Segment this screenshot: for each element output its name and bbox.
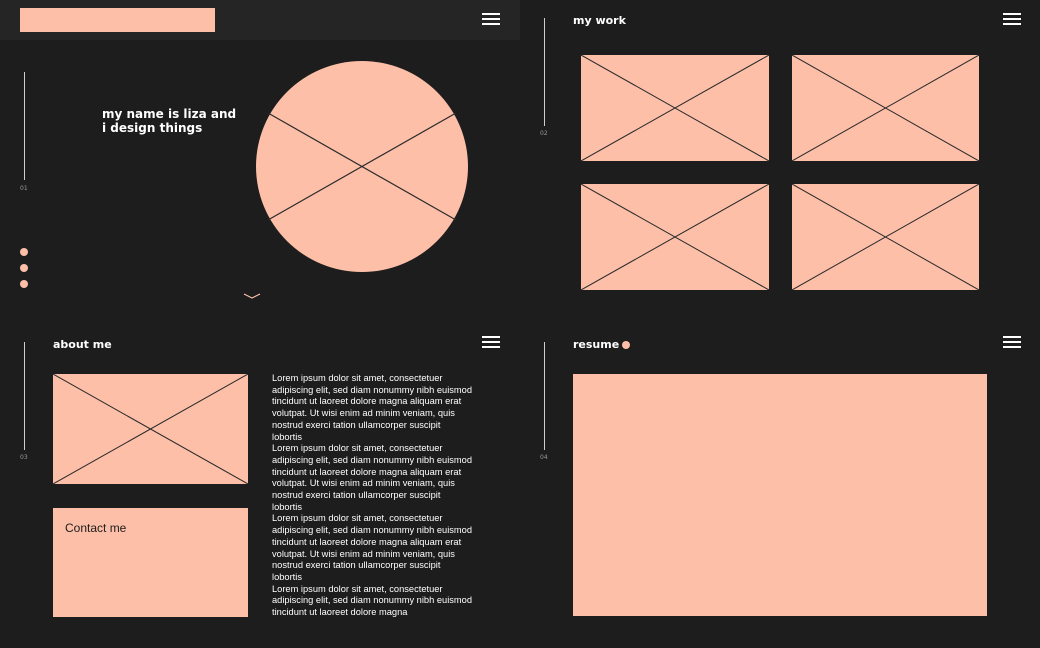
hero-section: 01 my name is liza and i design things [0,0,520,324]
resume-section: resume 04 [520,324,1040,648]
chevron-down-icon[interactable] [243,292,261,300]
about-section: about me 03 Lorem ipsum dolor sit amet, … [0,324,520,648]
pagination-dot-1[interactable] [20,248,28,256]
section-number: 03 [20,454,28,461]
about-paragraph: Lorem ipsum dolor sit amet, consectetuer… [272,443,472,512]
contact-me-button[interactable]: Contact me [53,508,248,617]
section-number: 04 [540,454,548,461]
section-number: 01 [20,185,28,192]
hamburger-menu-icon[interactable] [1003,336,1021,350]
resume-indicator-dot [622,341,630,349]
image-placeholder-icon [581,55,769,161]
image-placeholder-icon [53,374,248,484]
hamburger-menu-icon[interactable] [482,336,500,350]
image-placeholder-icon [792,184,979,290]
section-divider-line [544,18,545,126]
pagination-dot-3[interactable] [20,280,28,288]
hero-image-placeholder [256,61,468,272]
about-section-title: about me [53,338,112,351]
image-placeholder-icon [792,55,979,161]
work-item-4[interactable] [792,184,979,290]
work-item-3[interactable] [581,184,769,290]
logo-placeholder[interactable] [20,8,215,32]
pagination-dot-2[interactable] [20,264,28,272]
work-section-title: my work [573,14,626,27]
hamburger-menu-icon[interactable] [482,13,500,27]
top-bar [0,0,520,40]
work-item-2[interactable] [792,55,979,161]
image-placeholder-icon [581,184,769,290]
about-body-text: Lorem ipsum dolor sit amet, consectetuer… [272,373,472,619]
image-placeholder-icon [267,112,457,221]
work-item-1[interactable] [581,55,769,161]
resume-document-placeholder[interactable] [573,374,987,616]
about-paragraph: Lorem ipsum dolor sit amet, consectetuer… [272,583,472,618]
section-divider-line [24,72,25,180]
section-divider-line [544,342,545,450]
about-paragraph: Lorem ipsum dolor sit amet, consectetuer… [272,373,472,442]
about-paragraph: Lorem ipsum dolor sit amet, consectetuer… [272,513,472,582]
section-number: 02 [540,130,548,137]
work-section: my work 02 [520,0,1040,324]
about-image-placeholder [53,374,248,484]
section-divider-line [24,342,25,450]
contact-me-label: Contact me [65,521,127,535]
hero-title: my name is liza and i design things [102,107,237,135]
resume-section-title: resume [573,338,620,351]
hamburger-menu-icon[interactable] [1003,13,1021,27]
